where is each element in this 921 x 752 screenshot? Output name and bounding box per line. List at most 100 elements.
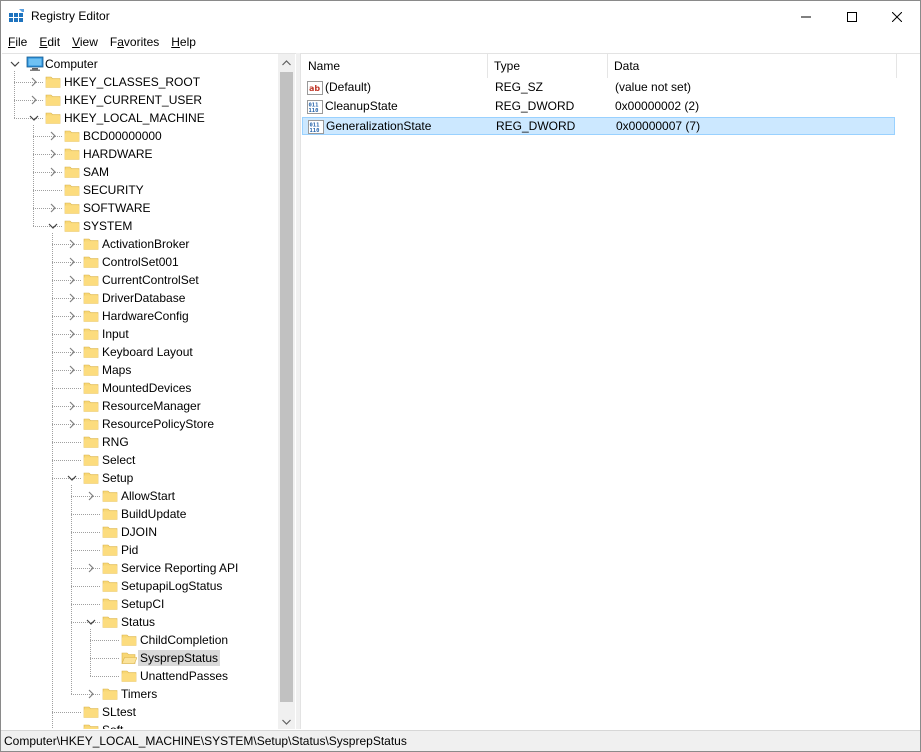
- tree-vertical-scrollbar[interactable]: [278, 54, 295, 729]
- tree-node[interactable]: Computer: [2, 55, 278, 73]
- tree-node-label[interactable]: HKEY_CURRENT_USER: [62, 92, 204, 108]
- tree-node-label[interactable]: HKEY_CLASSES_ROOT: [62, 74, 202, 90]
- tree-node[interactable]: CurrentControlSet: [2, 271, 278, 289]
- tree-node[interactable]: SLtest: [2, 703, 278, 721]
- tree-node[interactable]: HARDWARE: [2, 145, 278, 163]
- expand-chevron-icon[interactable]: [67, 238, 77, 250]
- minimize-button[interactable]: [783, 1, 829, 32]
- tree-node[interactable]: ChildCompletion: [2, 631, 278, 649]
- tree-node[interactable]: ControlSet001: [2, 253, 278, 271]
- expand-chevron-icon[interactable]: [86, 688, 96, 700]
- collapse-chevron-icon[interactable]: [67, 472, 77, 484]
- tree-node-label[interactable]: BuildUpdate: [119, 506, 188, 522]
- value-row[interactable]: 011 110 GeneralizationState REG_DWORD 0x0000…: [302, 117, 895, 135]
- tree-node[interactable]: Select: [2, 451, 278, 469]
- menu-file[interactable]: File: [2, 32, 33, 52]
- tree-node[interactable]: MountedDevices: [2, 379, 278, 397]
- tree-node[interactable]: ResourcePolicyStore: [2, 415, 278, 433]
- collapse-chevron-icon[interactable]: [29, 112, 39, 124]
- tree-node-label[interactable]: Soft...: [100, 722, 135, 729]
- tree-node-label[interactable]: BCD00000000: [81, 128, 164, 144]
- expand-chevron-icon[interactable]: [48, 148, 58, 160]
- tree-node-label[interactable]: Setup: [100, 470, 135, 486]
- tree-node-label[interactable]: ResourceManager: [100, 398, 203, 414]
- tree-node-label[interactable]: Service Reporting API: [119, 560, 240, 576]
- menu-help[interactable]: Help: [165, 32, 202, 52]
- tree-node-label[interactable]: Pid: [119, 542, 140, 558]
- tree-node-label[interactable]: Maps: [100, 362, 133, 378]
- expand-chevron-icon[interactable]: [67, 274, 77, 286]
- expand-chevron-icon[interactable]: [86, 562, 96, 574]
- registry-editor-app-icon[interactable]: [9, 9, 25, 25]
- collapse-chevron-icon[interactable]: [86, 616, 96, 628]
- column-divider[interactable]: [896, 54, 897, 78]
- tree-node-label[interactable]: SYSTEM: [81, 218, 134, 234]
- value-row[interactable]: 011 110 CleanupState REG_DWORD 0x00000002 (2…: [302, 98, 895, 116]
- expand-chevron-icon[interactable]: [48, 202, 58, 214]
- title-bar[interactable]: Registry Editor: [1, 1, 920, 32]
- expand-chevron-icon[interactable]: [67, 328, 77, 340]
- tree-node-label[interactable]: Keyboard Layout: [100, 344, 195, 360]
- tree-node-label[interactable]: SAM: [81, 164, 111, 180]
- tree-node-label[interactable]: Status: [119, 614, 157, 630]
- tree-node-label[interactable]: Timers: [119, 686, 159, 702]
- tree-node[interactable]: BuildUpdate: [2, 505, 278, 523]
- expand-chevron-icon[interactable]: [48, 130, 58, 142]
- tree-node[interactable]: AllowStart: [2, 487, 278, 505]
- column-header-data[interactable]: Data: [607, 54, 897, 78]
- tree-node-label[interactable]: HardwareConfig: [100, 308, 191, 324]
- column-header-name[interactable]: Name: [301, 54, 487, 78]
- tree-node[interactable]: Soft...: [2, 721, 278, 729]
- tree-node-label[interactable]: SLtest: [100, 704, 138, 720]
- expand-chevron-icon[interactable]: [67, 256, 77, 268]
- collapse-chevron-icon[interactable]: [10, 58, 20, 70]
- tree-node[interactable]: SetupCI: [2, 595, 278, 613]
- tree-node-label[interactable]: Input: [100, 326, 131, 342]
- column-header-type[interactable]: Type: [487, 54, 607, 78]
- values-list-pane[interactable]: Name Type Data ab (Default) REG_SZ (value n…: [300, 53, 920, 729]
- expand-chevron-icon[interactable]: [67, 418, 77, 430]
- menu-edit[interactable]: Edit: [33, 32, 66, 52]
- tree-node[interactable]: DJOIN: [2, 523, 278, 541]
- tree-node[interactable]: SOFTWARE: [2, 199, 278, 217]
- expand-chevron-icon[interactable]: [67, 400, 77, 412]
- value-row[interactable]: ab (Default) REG_SZ (value not set): [302, 79, 895, 97]
- tree-node-label[interactable]: HARDWARE: [81, 146, 155, 162]
- tree-node[interactable]: SetupapiLogStatus: [2, 577, 278, 595]
- tree-node-label[interactable]: SECURITY: [81, 182, 146, 198]
- tree-node-label[interactable]: Computer: [43, 56, 100, 72]
- tree-node[interactable]: Status: [2, 613, 278, 631]
- tree-node-label[interactable]: SOFTWARE: [81, 200, 153, 216]
- tree-node[interactable]: ActivationBroker: [2, 235, 278, 253]
- tree-node[interactable]: UnattendPasses: [2, 667, 278, 685]
- tree-node[interactable]: HardwareConfig: [2, 307, 278, 325]
- tree-node[interactable]: HKEY_CURRENT_USER: [2, 91, 278, 109]
- expand-chevron-icon[interactable]: [86, 490, 96, 502]
- tree-node[interactable]: Service Reporting API: [2, 559, 278, 577]
- close-button[interactable]: [874, 1, 920, 32]
- tree-node[interactable]: Input: [2, 325, 278, 343]
- tree-node[interactable]: SysprepStatus: [2, 649, 278, 667]
- expand-chevron-icon[interactable]: [29, 76, 39, 88]
- tree-node-label[interactable]: UnattendPasses: [138, 668, 230, 684]
- tree-node-label[interactable]: ControlSet001: [100, 254, 181, 270]
- registry-tree-pane[interactable]: Computer HKEY_CLASSES_ROOT HKEY_CURRENT_US…: [2, 53, 296, 729]
- tree-node[interactable]: SYSTEM: [2, 217, 278, 235]
- scroll-down-arrow-icon[interactable]: [278, 713, 295, 729]
- tree-node-label[interactable]: RNG: [100, 434, 131, 450]
- tree-node-label[interactable]: AllowStart: [119, 488, 177, 504]
- tree-node[interactable]: HKEY_LOCAL_MACHINE: [2, 109, 278, 127]
- tree-scroll-thumb[interactable]: [280, 72, 293, 702]
- menu-view[interactable]: View: [66, 32, 104, 52]
- expand-chevron-icon[interactable]: [67, 364, 77, 376]
- tree-node-label[interactable]: ActivationBroker: [100, 236, 191, 252]
- tree-node[interactable]: Keyboard Layout: [2, 343, 278, 361]
- maximize-button[interactable]: [829, 1, 875, 32]
- expand-chevron-icon[interactable]: [67, 292, 77, 304]
- tree-node-label[interactable]: ResourcePolicyStore: [100, 416, 216, 432]
- tree-node-label[interactable]: DJOIN: [119, 524, 159, 540]
- tree-node-label[interactable]: ChildCompletion: [138, 632, 230, 648]
- tree-node[interactable]: ResourceManager: [2, 397, 278, 415]
- tree-node-label[interactable]: MountedDevices: [100, 380, 193, 396]
- tree-node[interactable]: Maps: [2, 361, 278, 379]
